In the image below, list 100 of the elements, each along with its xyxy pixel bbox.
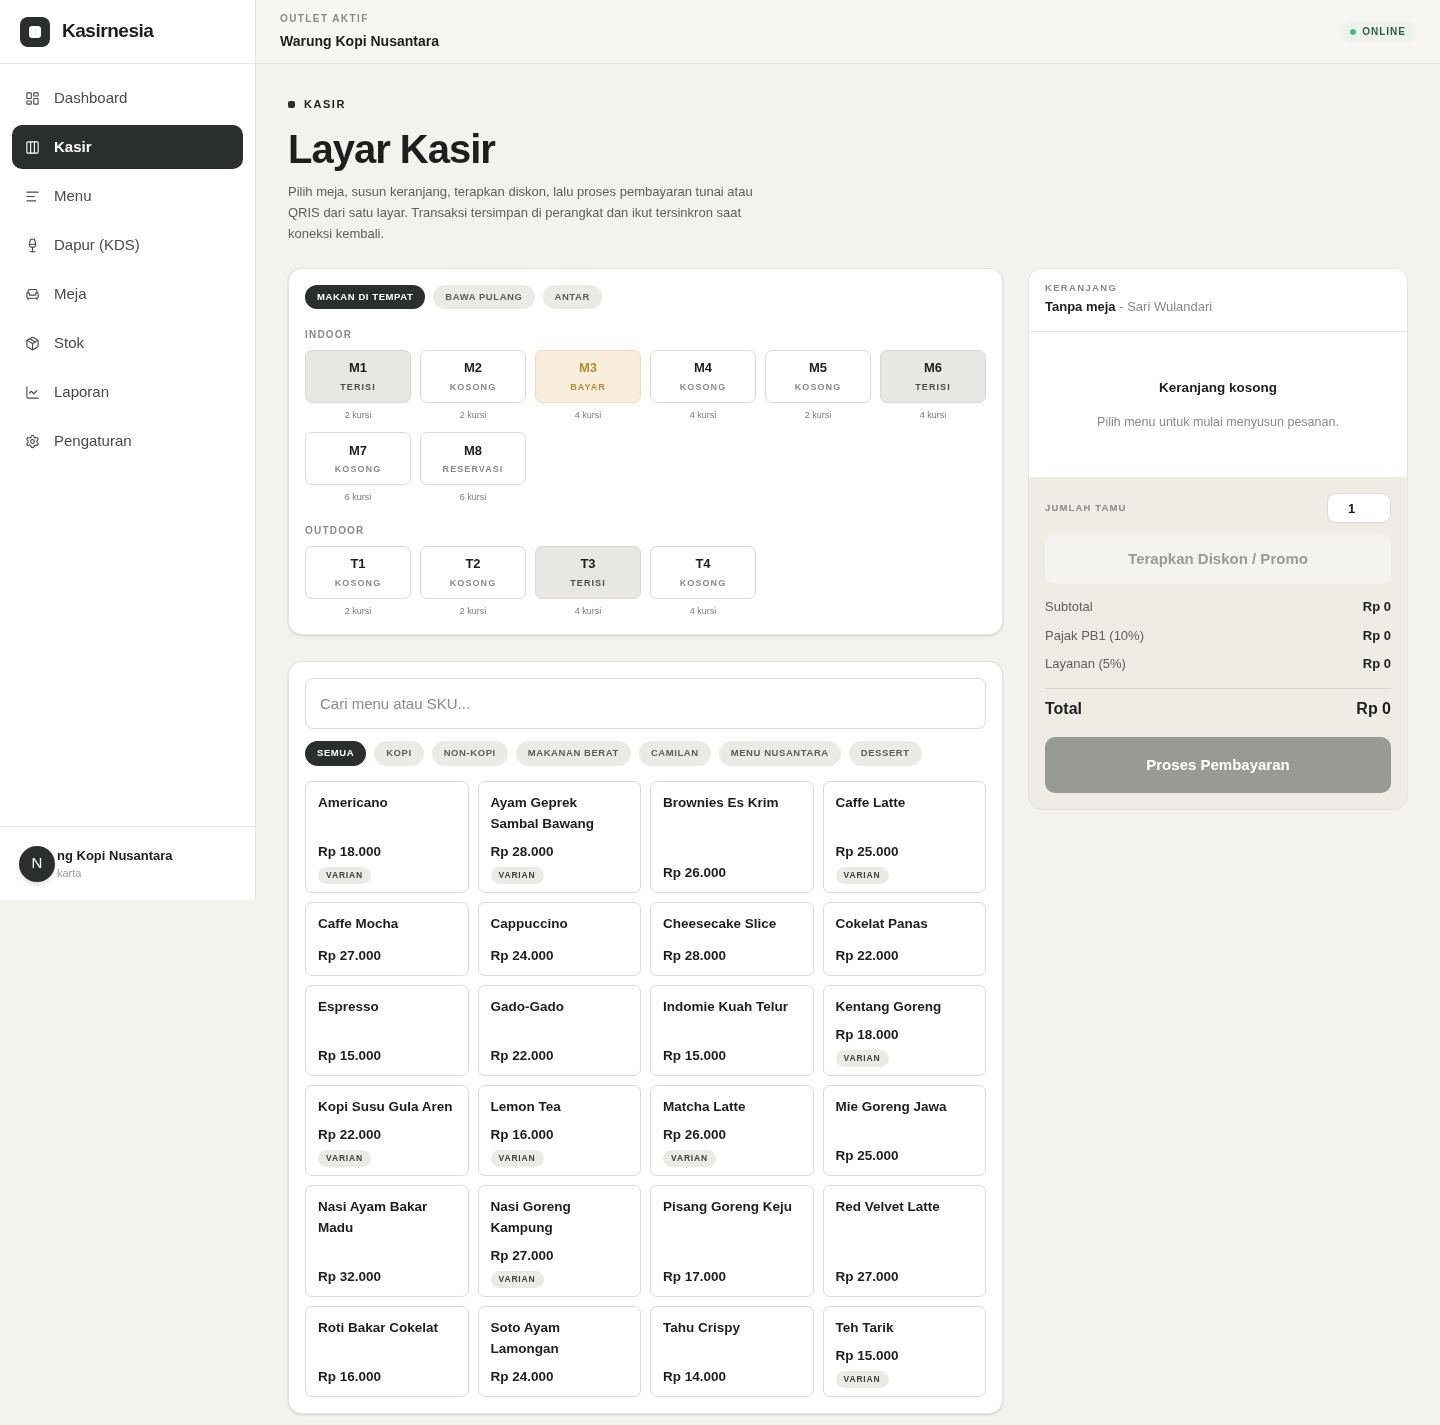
menu-item-card[interactable]: Americano Rp 18.000 VARIAN	[305, 780, 469, 893]
menu-item-name: Caffe Mocha	[318, 914, 399, 933]
variant-tag: VARIAN	[490, 1149, 544, 1167]
menu-item-card[interactable]: Cappuccino Rp 24.000	[477, 901, 641, 976]
menu-item-card[interactable]: Lemon Tea Rp 16.000 VARIAN	[477, 1084, 641, 1176]
seat-count: 6 kursi	[459, 491, 487, 505]
table-button[interactable]: T4 KOSONG	[650, 545, 756, 599]
summary-label: Layanan (5%)	[1045, 655, 1126, 674]
menu-item-name: Cokelat Panas	[835, 914, 928, 933]
eyebrow-icon	[288, 100, 295, 108]
menu-item-price: Rp 24.000	[490, 947, 554, 966]
avatar-badge[interactable]: N	[19, 845, 55, 882]
menu-item-card[interactable]: Indomie Kuah Telur Rp 15.000	[650, 984, 814, 1076]
table-button[interactable]: M8 RESERVASI	[420, 432, 526, 486]
table-button[interactable]: T3 TERISI	[535, 545, 641, 599]
active-outlet: Warung Kopi Nusantara	[280, 32, 439, 51]
menu-item-card[interactable]: Cokelat Panas Rp 22.000	[822, 901, 986, 976]
menu-item-price: Rp 22.000	[835, 947, 899, 966]
table-button[interactable]: M2 KOSONG	[420, 349, 526, 403]
table-button[interactable]: M1 TERISI	[305, 349, 411, 403]
area-label: INDOOR	[305, 327, 354, 342]
menu-item-name: Espresso	[318, 997, 379, 1016]
menu-item-card[interactable]: Nasi Goreng Kampung Rp 27.000 VARIAN	[477, 1184, 641, 1297]
menu-item-card[interactable]: Cheesecake Slice Rp 28.000	[650, 901, 814, 976]
variant-tag: VARIAN	[663, 1149, 717, 1167]
menu-item-card[interactable]: Kentang Goreng Rp 18.000 VARIAN	[822, 984, 986, 1076]
menu-item-name: Lemon Tea	[490, 1097, 561, 1116]
menu-item-price: Rp 26.000	[663, 864, 727, 883]
outlet-label: OUTLET AKTIF	[280, 12, 370, 26]
menu-item-price: Rp 25.000	[835, 1147, 899, 1166]
menu-item-name: Nasi Goreng Kampung	[490, 1197, 572, 1237]
menu-item-price: Rp 26.000	[663, 1125, 727, 1144]
nav-item[interactable]: Kasir	[12, 125, 243, 169]
menu-item-card[interactable]: Tahu Crispy Rp 14.000	[650, 1305, 814, 1397]
table-button[interactable]: T2 KOSONG	[420, 545, 526, 599]
menu-item-card[interactable]: Pisang Goreng Keju Rp 17.000	[650, 1184, 814, 1297]
nav-item[interactable]: Dapur (KDS)	[12, 223, 243, 267]
category-tab[interactable]: NON-KOPI	[431, 741, 508, 766]
menu-item-card[interactable]: Soto Ayam Lamongan Rp 24.000	[477, 1305, 641, 1397]
table-button[interactable]: T1 KOSONG	[305, 545, 411, 599]
menu-item-price: Rp 16.000	[490, 1125, 554, 1144]
nav-item[interactable]: Laporan	[12, 370, 243, 414]
menu-item-price: Rp 15.000	[318, 1047, 382, 1066]
outlet-city: karta	[57, 866, 83, 881]
menu-item-card[interactable]: Roti Bakar Cokelat Rp 16.000	[305, 1305, 469, 1397]
table-button[interactable]: M6 TERISI	[880, 349, 986, 403]
seat-count: 2 kursi	[459, 408, 487, 422]
nav-item[interactable]: Menu	[12, 174, 243, 218]
menu-item-name: Gado-Gado	[490, 997, 564, 1016]
total-value: Rp 0	[1356, 698, 1391, 719]
seat-count: 2 kursi	[344, 604, 372, 618]
nav-item[interactable]: Dashboard	[12, 76, 243, 120]
order-type-tab[interactable]: ANTAR	[542, 284, 602, 309]
summary-value: Rp 0	[1362, 655, 1391, 674]
empty-text: Pilih menu untuk mulai menyusun pesanan.	[1097, 413, 1339, 431]
menu-item-price: Rp 14.000	[663, 1368, 727, 1387]
menu-item-card[interactable]: Gado-Gado Rp 22.000	[477, 984, 641, 1076]
table-button[interactable]: M7 KOSONG	[305, 432, 411, 486]
menu-item-card[interactable]: Caffe Mocha Rp 27.000	[305, 901, 469, 976]
table-button[interactable]: M5 KOSONG	[765, 349, 871, 403]
menu-item-price: Rp 27.000	[318, 947, 382, 966]
menu-item-name: Caffe Latte	[835, 793, 906, 812]
menu-item-card[interactable]: Ayam Geprek Sambal Bawang Rp 28.000 VARIAN	[477, 780, 641, 893]
menu-item-name: Brownies Es Krim	[663, 793, 779, 812]
guests-field[interactable]: 1	[1327, 493, 1391, 524]
search-field[interactable]: Cari menu atau SKU...	[305, 678, 986, 730]
order-type-tab[interactable]: MAKAN DI TEMPAT	[305, 284, 426, 309]
category-tab[interactable]: KOPI	[374, 741, 424, 766]
summary-label: Subtotal	[1045, 598, 1093, 617]
menu-item-price: Rp 22.000	[318, 1125, 382, 1144]
logo-icon	[20, 16, 50, 47]
nav-item[interactable]: Stok	[12, 321, 243, 365]
menu-item-card[interactable]: Teh Tarik Rp 15.000 VARIAN	[822, 1305, 986, 1397]
menu-item-card[interactable]: Matcha Latte Rp 26.000 VARIAN	[650, 1084, 814, 1176]
outlet-name: ng Kopi Nusantara	[57, 846, 173, 865]
menu-item-card[interactable]: Espresso Rp 15.000	[305, 984, 469, 1076]
menu-item-card[interactable]: Mie Goreng Jawa Rp 25.000	[822, 1084, 986, 1176]
category-tab[interactable]: SEMUA	[305, 741, 367, 766]
line-chart-icon	[25, 384, 40, 400]
menu-item-price: Rp 17.000	[663, 1268, 727, 1287]
menu-item-card[interactable]: Caffe Latte Rp 25.000 VARIAN	[822, 780, 986, 893]
menu-item-price: Rp 18.000	[318, 842, 382, 861]
menu-item-card[interactable]: Brownies Es Krim Rp 26.000	[650, 780, 814, 893]
menu-item-name: Nasi Ayam Bakar Madu	[318, 1197, 429, 1237]
nav-item[interactable]: Pengaturan	[12, 419, 243, 463]
variant-tag: VARIAN	[318, 866, 372, 884]
menu-item-card[interactable]: Nasi Ayam Bakar Madu Rp 32.000	[305, 1184, 469, 1297]
menu-item-card[interactable]: Kopi Susu Gula Aren Rp 22.000 VARIAN	[305, 1084, 469, 1176]
order-type-tab[interactable]: BAWA PULANG	[433, 284, 535, 309]
guests-label: JUMLAH TAMU	[1045, 501, 1127, 516]
category-tab[interactable]: CAMILAN	[638, 741, 711, 766]
table-button[interactable]: M4 KOSONG	[650, 349, 756, 403]
nav-item[interactable]: Meja	[12, 272, 243, 316]
menu-item-card[interactable]: Red Velvet Latte Rp 27.000	[822, 1184, 986, 1297]
menu-item-price: Rp 25.000	[835, 842, 899, 861]
category-tab[interactable]: MAKANAN BERAT	[515, 741, 631, 766]
category-tab[interactable]: MENU NUSANTARA	[718, 741, 841, 766]
menu-item-price: Rp 18.000	[835, 1025, 899, 1044]
category-tab[interactable]: DESSERT	[848, 741, 922, 766]
summary-value: Rp 0	[1362, 598, 1391, 617]
